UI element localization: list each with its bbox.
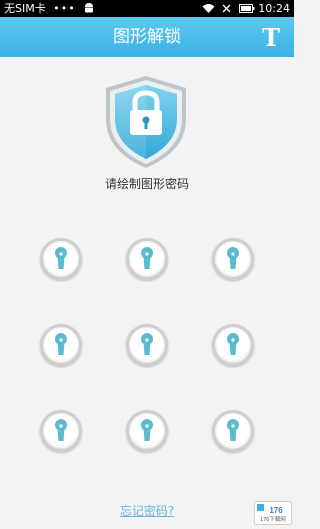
carrier-label: 无SIM卡 <box>4 2 46 15</box>
keyhole-icon <box>55 247 67 269</box>
watermark-text: 176下载网 <box>260 515 286 523</box>
no-signal-icon <box>222 1 231 18</box>
watermark-logo: 176 176下载网 <box>254 501 292 525</box>
keyhole-icon <box>227 333 239 355</box>
pattern-dot-3[interactable] <box>212 238 254 280</box>
clock: 10:24 <box>258 2 290 15</box>
pattern-dot-9[interactable] <box>212 410 254 452</box>
keyhole-icon <box>141 247 153 269</box>
lock-shield-icon <box>102 73 190 171</box>
keyhole-icon <box>141 333 153 355</box>
pattern-dot-5[interactable] <box>126 324 168 366</box>
page-title: 图形解锁 <box>113 27 181 47</box>
keyhole-icon <box>55 333 67 355</box>
svg-text:176: 176 <box>269 506 283 515</box>
pattern-dot-6[interactable] <box>212 324 254 366</box>
font-size-button[interactable]: T <box>258 23 284 52</box>
status-bar: 无SIM卡 ••• 10:24 <box>0 0 294 17</box>
app-bar: 图形解锁 T <box>0 17 294 57</box>
wifi-icon <box>202 1 215 18</box>
battery-icon <box>238 1 255 18</box>
keyhole-icon <box>227 247 239 269</box>
forgot-password-link[interactable]: 忘记密码? <box>0 502 294 519</box>
font-size-label: T <box>262 23 280 51</box>
keyhole-icon <box>55 419 67 441</box>
pattern-dot-4[interactable] <box>40 324 82 366</box>
pattern-dot-8[interactable] <box>126 410 168 452</box>
pattern-dot-7[interactable] <box>40 410 82 452</box>
keyhole-icon <box>227 419 239 441</box>
pattern-dot-1[interactable] <box>40 238 82 280</box>
pattern-prompt: 请绘制图形密码 <box>104 177 189 191</box>
notification-dots: ••• <box>53 2 76 15</box>
android-icon <box>83 1 95 18</box>
keyhole-icon <box>141 419 153 441</box>
pattern-dot-2[interactable] <box>126 238 168 280</box>
